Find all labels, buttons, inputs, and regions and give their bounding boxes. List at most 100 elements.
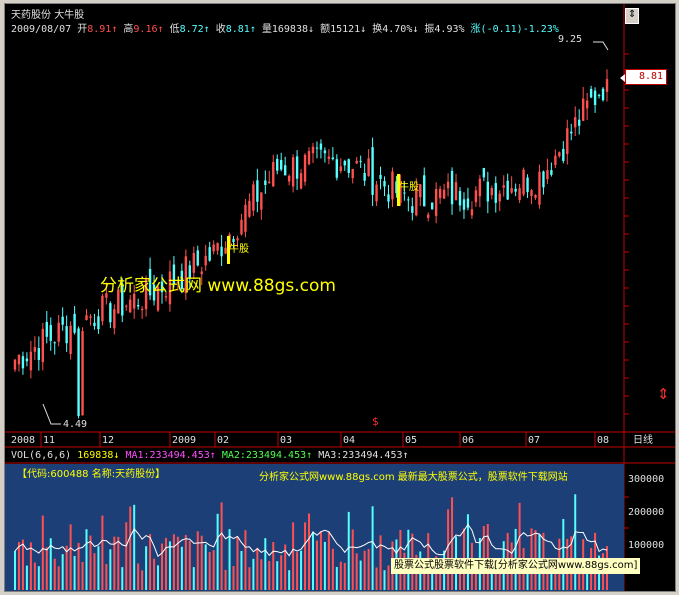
current-price-tag: 8.81 xyxy=(625,69,667,85)
candle-body xyxy=(311,146,315,154)
candle-body xyxy=(371,147,374,195)
volume-bar xyxy=(264,538,267,590)
signal-label-1: 牛股 xyxy=(229,244,249,255)
volume-bar xyxy=(137,563,140,590)
volume-bar xyxy=(574,494,577,590)
candle-body xyxy=(287,175,291,182)
signal-bar-2 xyxy=(397,174,400,206)
volume-bar xyxy=(172,534,175,590)
volume-bar xyxy=(117,536,120,590)
candle-body xyxy=(486,181,490,202)
ad-text: 分析家公式网www.88gs.com 最新最大股票公式，股票软件下载网站 xyxy=(259,472,568,483)
up-arrow-icon: ↑ xyxy=(209,450,216,461)
candle-body xyxy=(597,94,601,96)
candle-body xyxy=(25,358,29,362)
candle-body xyxy=(232,238,235,242)
candle-body xyxy=(605,79,609,92)
volume-bar xyxy=(109,549,112,590)
volume-bar xyxy=(101,515,104,590)
candle-body xyxy=(502,185,505,188)
resize-handle[interactable]: ⇕ xyxy=(657,384,670,404)
volume-bar xyxy=(208,552,211,590)
candle-body xyxy=(351,168,354,179)
volume-bar xyxy=(204,544,207,590)
candle-body xyxy=(140,308,144,311)
candle-body xyxy=(132,293,136,309)
candle-body xyxy=(427,214,430,218)
candle-body xyxy=(462,199,466,210)
candle-body xyxy=(510,188,513,193)
volume-bar xyxy=(212,550,215,590)
volume-bar xyxy=(164,537,167,590)
volume-bar xyxy=(319,531,322,590)
volume-bar xyxy=(180,546,183,590)
candle-body xyxy=(21,356,25,369)
candle-body xyxy=(411,206,414,213)
vol-ma1: 233494.453 xyxy=(149,450,210,461)
candle-body xyxy=(319,143,323,150)
candle-body xyxy=(208,247,211,261)
volume-bar xyxy=(196,531,199,590)
chart-canvas[interactable] xyxy=(5,4,675,591)
volume-bar xyxy=(17,542,20,590)
time-label: 04 xyxy=(343,435,356,446)
volume-bar xyxy=(347,511,350,590)
candle-body xyxy=(391,171,394,200)
dollar-icon: $ xyxy=(372,415,379,428)
candle-body xyxy=(252,184,255,211)
candle-body xyxy=(291,157,295,187)
time-label: 2009 xyxy=(172,435,197,446)
candle-body xyxy=(593,90,597,105)
volume-bar xyxy=(25,565,28,590)
candle-body xyxy=(109,303,112,323)
candle-body xyxy=(562,148,565,161)
footer-banner[interactable]: 股票公式股票软件下载[分析家公式网www.88gs.com] xyxy=(391,558,641,574)
volume-bar xyxy=(61,554,64,590)
volume-bar xyxy=(21,539,24,590)
volume-bar xyxy=(121,567,124,590)
candle-body xyxy=(77,328,80,417)
volume-bar xyxy=(304,522,307,590)
volume-bar xyxy=(224,569,227,590)
candle-body xyxy=(506,180,509,200)
volume-bar xyxy=(308,513,311,590)
candle-body xyxy=(315,147,319,149)
candle-body xyxy=(419,184,422,198)
volume-bar xyxy=(367,548,370,590)
vol-ma2: 233494.453 xyxy=(245,450,307,461)
candle-body xyxy=(407,199,410,201)
candle-body xyxy=(546,170,549,180)
candle-body xyxy=(466,198,470,208)
candle-body xyxy=(566,128,569,155)
volume-bar xyxy=(133,504,136,590)
candle-body xyxy=(53,342,56,344)
candle-body xyxy=(589,88,593,98)
volume-bar xyxy=(518,502,521,590)
candle-body xyxy=(283,165,287,176)
volume-bar xyxy=(311,531,314,590)
up-arrow-icon: ↑ xyxy=(402,450,409,461)
volume-bar xyxy=(256,547,259,590)
candle-body xyxy=(474,190,478,203)
volume-bar xyxy=(327,531,330,590)
volume-bar xyxy=(77,542,80,590)
candle-body xyxy=(220,246,223,257)
watermark-text: 分析家公式网 www.88gs.com xyxy=(100,276,336,296)
candle-body xyxy=(434,189,438,216)
period-label[interactable]: 日线 xyxy=(633,435,653,447)
volume-bar xyxy=(184,534,187,590)
volume-bar xyxy=(89,535,92,590)
candle-body xyxy=(303,154,307,182)
candle-body xyxy=(327,156,331,160)
volume-bar xyxy=(236,537,239,590)
vol-name: VOL(6,6,6) xyxy=(11,450,72,461)
candle-body xyxy=(601,88,605,101)
candle-body xyxy=(578,119,581,126)
candle-body xyxy=(367,158,370,176)
volume-bar xyxy=(315,540,318,590)
candle-body xyxy=(379,174,382,179)
volume-bar xyxy=(252,558,255,590)
volume-bar xyxy=(355,553,358,590)
candle-body xyxy=(248,200,251,217)
volume-bar xyxy=(141,570,144,590)
